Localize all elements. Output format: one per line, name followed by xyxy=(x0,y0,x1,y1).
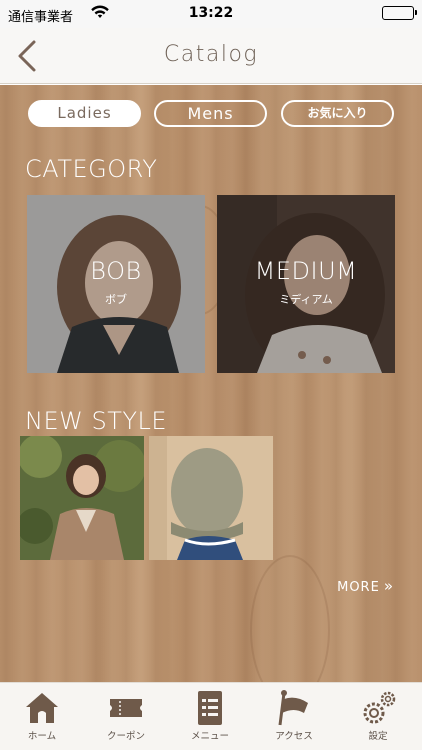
new-style-heading: NEW STYLE xyxy=(25,407,168,435)
tabbar-item-menu[interactable]: メニュー xyxy=(168,683,252,750)
tab-ladies[interactable]: Ladies xyxy=(28,100,141,127)
category-card-medium[interactable]: MEDIUM ミディアム xyxy=(217,195,395,373)
flag-icon xyxy=(278,690,308,726)
tabbar-item-home[interactable]: ホーム xyxy=(0,683,84,750)
navigation-bar: Catalog xyxy=(0,28,422,84)
tab-label: Mens xyxy=(187,104,234,123)
category-label: BOB xyxy=(90,257,142,285)
tab-mens[interactable]: Mens xyxy=(154,100,267,127)
tab-label: Ladies xyxy=(57,104,112,122)
category-sublabel: ミディアム xyxy=(279,293,333,306)
style-thumbnail[interactable] xyxy=(20,436,144,560)
wood-grain-decoration xyxy=(250,555,330,682)
tabbar-label: メニュー xyxy=(190,731,229,742)
style-photo xyxy=(149,436,273,560)
category-sublabel: ボブ xyxy=(105,293,127,306)
more-link[interactable]: MORE» xyxy=(337,577,394,595)
coupon-icon xyxy=(110,699,142,717)
status-time: 13:22 xyxy=(188,5,234,21)
more-label: MORE xyxy=(337,580,380,595)
tabbar-label: アクセス xyxy=(275,731,313,742)
tabbar-item-access[interactable]: アクセス xyxy=(252,683,336,750)
battery-icon xyxy=(382,6,417,20)
double-chevron-right-icon: » xyxy=(383,577,394,595)
tabbar-item-coupon[interactable]: クーポン xyxy=(84,683,168,750)
category-heading: CATEGORY xyxy=(25,155,158,183)
category-label: MEDIUM xyxy=(254,257,358,285)
tabbar-label: 設定 xyxy=(368,731,388,742)
home-icon xyxy=(26,693,58,723)
menu-icon xyxy=(198,691,222,725)
style-thumbnail[interactable] xyxy=(149,436,273,560)
gear-icon xyxy=(363,691,396,724)
tab-bar: ホーム クーポン メニュー アクセス 設定 xyxy=(0,682,422,750)
category-card-bob[interactable]: BOB ボブ xyxy=(27,195,205,373)
tabbar-item-settings[interactable]: 設定 xyxy=(336,683,420,750)
status-bar: 通信事業者 13:22 xyxy=(0,0,422,28)
page-title: Catalog xyxy=(163,42,259,67)
style-photo xyxy=(20,436,144,560)
content-area[interactable]: Ladies Mens お気に入り CATEGORY BOB ボブ MEDIUM… xyxy=(0,85,422,682)
tab-favorites[interactable]: お気に入り xyxy=(281,100,394,127)
tabbar-label: ホーム xyxy=(27,731,57,742)
tab-label: お気に入り xyxy=(307,106,368,120)
tabbar-label: クーポン xyxy=(106,731,145,742)
